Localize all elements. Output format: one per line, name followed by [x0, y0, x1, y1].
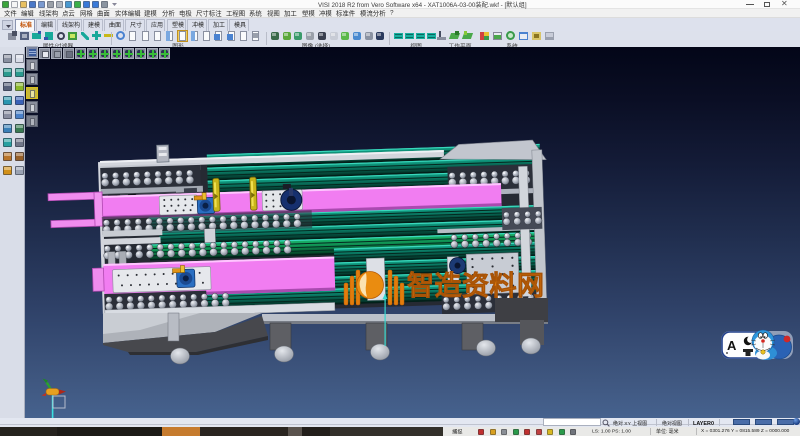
svg-text:A: A [727, 338, 737, 353]
svg-text:智造资料网: 智造资料网 [407, 271, 545, 301]
